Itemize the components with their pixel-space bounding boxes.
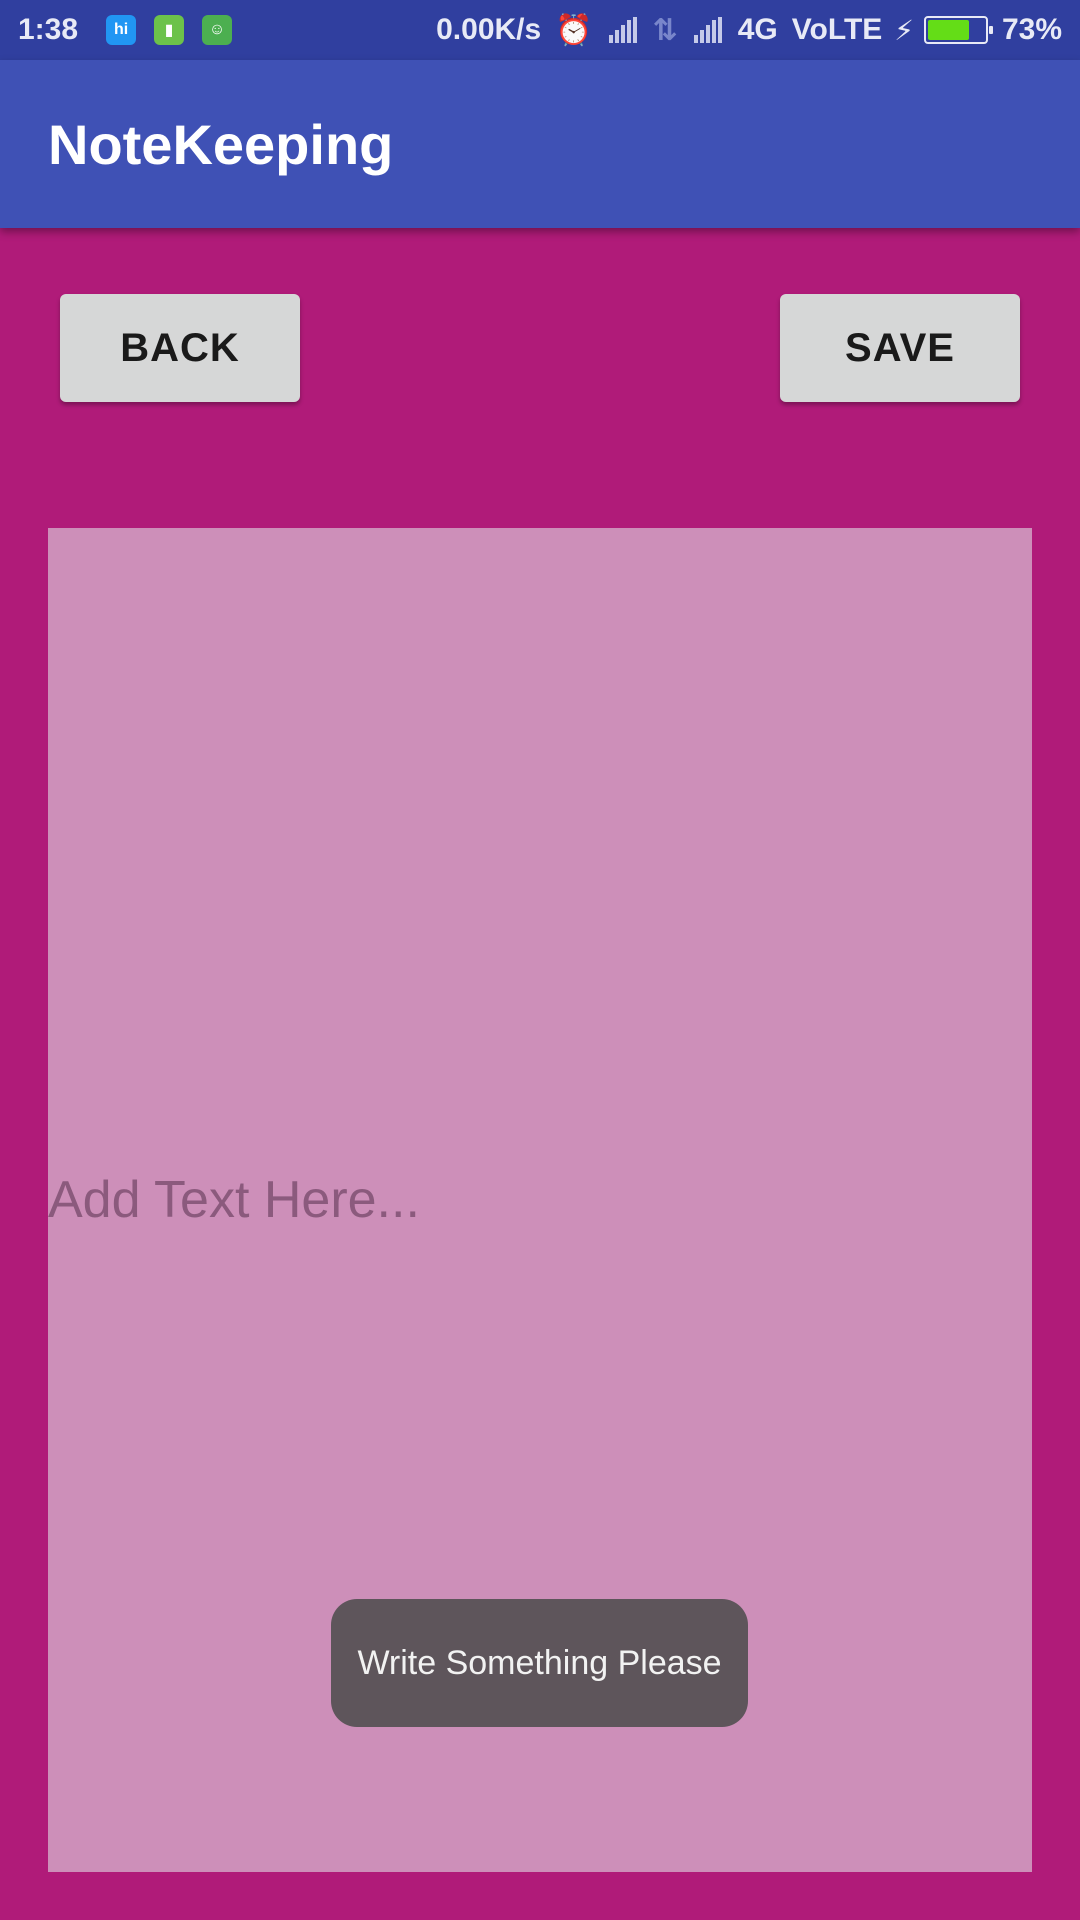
- battery-app-icon: ▮: [154, 15, 185, 45]
- signal-2-icon: [693, 17, 724, 43]
- hi-icon: hi: [106, 15, 137, 45]
- charging-icon: ⚡: [894, 14, 914, 46]
- volte-label: VoLTE: [791, 13, 883, 46]
- status-time: 1:38: [18, 13, 79, 46]
- alarm-icon: ⏰: [555, 13, 593, 47]
- note-placeholder: Add Text Here...: [48, 1171, 420, 1229]
- battery-percent: 73%: [1001, 13, 1062, 46]
- app-bar: NoteKeeping: [0, 60, 1080, 228]
- hi-icon-label: hi: [113, 21, 129, 38]
- network-speed: 0.00K/s: [436, 13, 542, 46]
- save-button[interactable]: SAVE: [780, 294, 1020, 402]
- status-right: 0.00K/s ⏰ ⇅ 4G VoLTE ⚡ 73%: [436, 13, 1062, 48]
- status-left: 1:38 hi ▮ ☺: [18, 13, 250, 47]
- battery-icon: [923, 16, 993, 44]
- back-button[interactable]: BACK: [60, 294, 300, 402]
- app-title: NoteKeeping: [48, 112, 394, 176]
- network-type: 4G: [737, 13, 778, 46]
- battery-fill: [927, 20, 969, 40]
- toast-message: Write Something Please: [331, 1599, 748, 1727]
- cat-app-icon: ☺: [202, 15, 233, 45]
- data-transfer-icon: ⇅: [652, 13, 678, 47]
- status-bar: 1:38 hi ▮ ☺ 0.00K/s ⏰ ⇅ 4G VoLTE ⚡ 73%: [0, 0, 1080, 60]
- signal-icon: [608, 17, 639, 43]
